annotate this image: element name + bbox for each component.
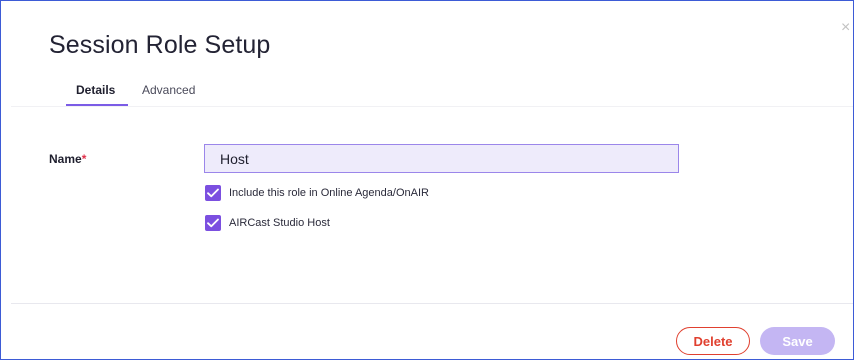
- name-input[interactable]: [204, 144, 679, 173]
- include-online-agenda-checkbox-row[interactable]: Include this role in Online Agenda/OnAIR: [205, 184, 429, 202]
- aircast-studio-host-checkbox[interactable]: [205, 215, 221, 231]
- include-online-agenda-label: Include this role in Online Agenda/OnAIR: [229, 187, 429, 199]
- aircast-studio-host-checkbox-row[interactable]: AIRCast Studio Host: [205, 214, 330, 232]
- aircast-studio-host-label: AIRCast Studio Host: [229, 217, 330, 229]
- save-button[interactable]: Save: [760, 327, 835, 355]
- footer-divider: [11, 303, 853, 304]
- required-marker: *: [81, 152, 87, 166]
- close-icon[interactable]: ×: [841, 20, 854, 36]
- name-label-text: Name: [49, 152, 82, 166]
- tab-bar: Details Advanced: [1, 75, 853, 107]
- session-role-dialog: × Session Role Setup Details Advanced Na…: [0, 0, 854, 360]
- include-online-agenda-checkbox[interactable]: [205, 185, 221, 201]
- dialog-title: Session Role Setup: [49, 31, 271, 59]
- checkmark-icon: [207, 218, 219, 228]
- tabs-divider: [11, 106, 853, 107]
- delete-button[interactable]: Delete: [676, 327, 750, 355]
- tab-advanced[interactable]: Advanced: [142, 83, 195, 97]
- tab-details[interactable]: Details: [76, 83, 115, 97]
- checkmark-icon: [207, 188, 219, 198]
- name-field-label: Name*: [49, 152, 86, 166]
